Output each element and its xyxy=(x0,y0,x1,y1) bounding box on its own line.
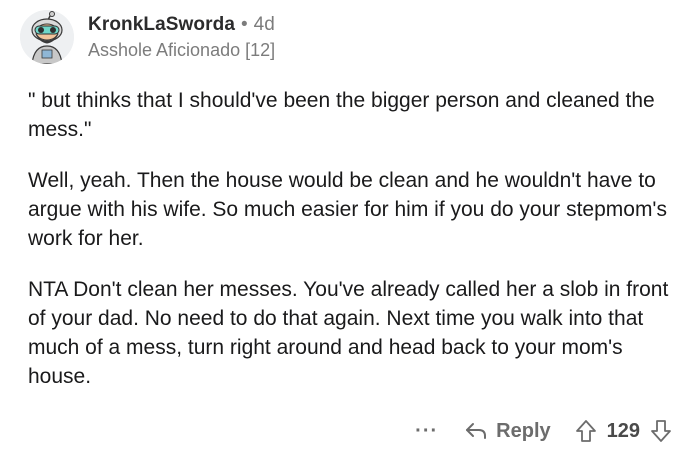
more-options-button[interactable]: ··· xyxy=(415,420,438,443)
separator-dot: • xyxy=(241,14,248,35)
avatar[interactable] xyxy=(20,10,74,64)
upvote-arrow-icon[interactable] xyxy=(575,419,597,443)
author-line: KronkLaSworda • 4d xyxy=(88,14,275,36)
comment-card: KronkLaSworda • 4d Asshole Aficionado [1… xyxy=(0,0,700,459)
vote-controls: 129 xyxy=(575,419,672,443)
snoo-avatar-icon xyxy=(20,10,74,64)
reply-button[interactable]: Reply xyxy=(464,419,551,443)
comment-actions: ··· Reply 129 xyxy=(415,413,672,449)
comment-paragraph: " but thinks that I should've been the b… xyxy=(28,89,655,141)
username-link[interactable]: KronkLaSworda xyxy=(88,14,235,36)
comment-age[interactable]: 4d xyxy=(254,14,275,36)
comment-body: " but thinks that I should've been the b… xyxy=(28,86,688,413)
comment-paragraph: Well, yeah. Then the house would be clea… xyxy=(28,169,667,250)
reply-arrow-icon xyxy=(466,423,487,439)
comment-header: KronkLaSworda • 4d Asshole Aficionado [1… xyxy=(20,10,275,64)
vote-score: 129 xyxy=(606,419,640,442)
downvote-arrow-icon[interactable] xyxy=(650,419,672,443)
comment-paragraph: NTA Don't clean her messes. You've alrea… xyxy=(28,278,669,388)
user-flair: Asshole Aficionado [12] xyxy=(88,40,276,60)
comment-meta: KronkLaSworda • 4d Asshole Aficionado [1… xyxy=(88,14,275,61)
reply-label: Reply xyxy=(496,419,551,442)
